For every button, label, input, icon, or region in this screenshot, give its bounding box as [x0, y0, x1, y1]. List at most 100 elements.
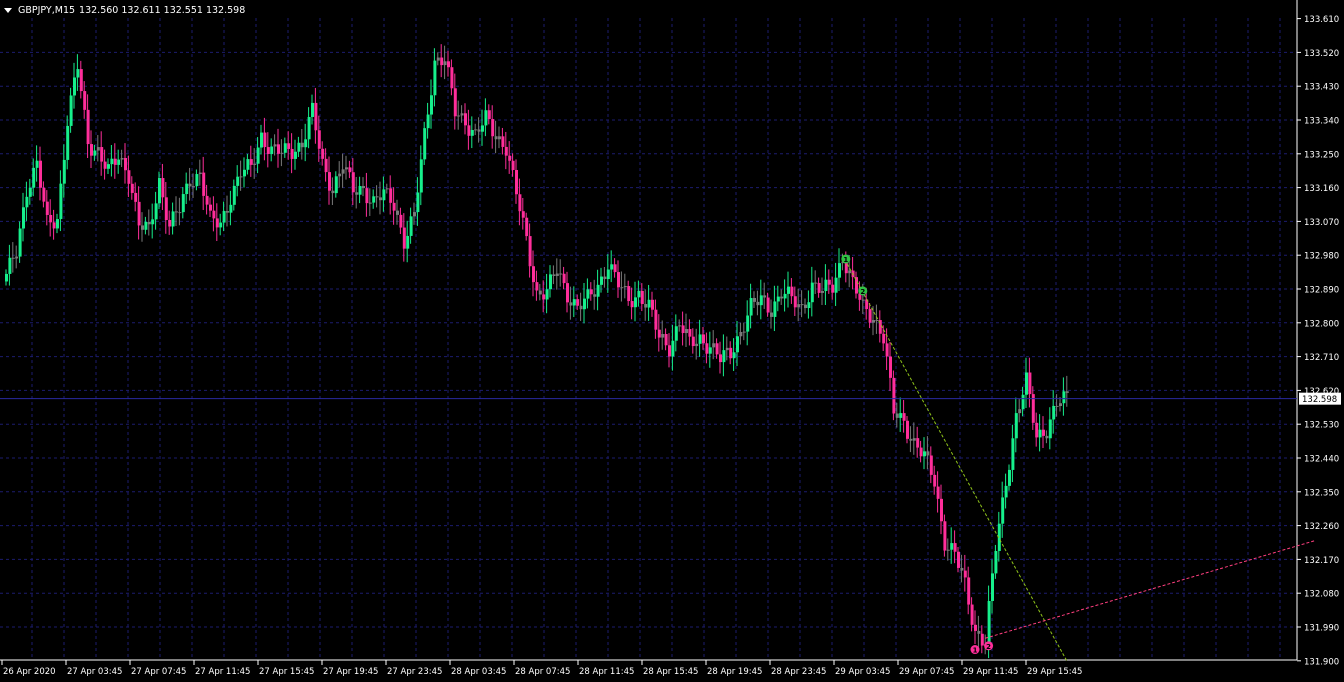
- candle-body: [691, 336, 695, 347]
- candle-body: [834, 277, 838, 293]
- candle-body: [212, 210, 216, 219]
- y-tick-label: 132.440: [1304, 455, 1339, 465]
- candle-body: [685, 329, 688, 334]
- candle-body: [467, 125, 471, 136]
- candle-body: [804, 304, 807, 309]
- candle-body: [402, 227, 406, 249]
- candle-body: [538, 290, 542, 295]
- candle-body: [192, 186, 195, 188]
- candle-body: [511, 160, 515, 170]
- candle-body: [42, 187, 46, 202]
- candle-body: [559, 273, 563, 275]
- candle-body: [287, 143, 291, 149]
- candle-body: [229, 204, 233, 213]
- candle-body: [589, 289, 593, 295]
- candle-body: [627, 286, 631, 302]
- candle-body: [484, 110, 488, 126]
- candle-body: [270, 146, 274, 154]
- candle-body: [793, 296, 797, 308]
- x-tick-label: 29 Apr 07:45: [899, 667, 954, 677]
- candle-body: [630, 301, 634, 308]
- candle-body: [215, 218, 219, 228]
- candle-body: [447, 61, 450, 68]
- candle-body: [923, 451, 926, 457]
- x-tick-label: 27 Apr 03:45: [67, 667, 122, 677]
- x-tick-label: 28 Apr 15:45: [643, 667, 698, 677]
- candle-body: [185, 183, 189, 195]
- candle-body: [273, 144, 277, 147]
- candle-body: [151, 219, 155, 225]
- candle-body: [219, 222, 223, 228]
- candle-body: [943, 521, 947, 551]
- candle-body: [28, 187, 32, 197]
- candle-body: [579, 305, 583, 310]
- candle-body: [967, 577, 971, 605]
- candle-body: [504, 146, 508, 156]
- y-tick-label: 133.430: [1304, 83, 1339, 93]
- x-tick-label: 27 Apr 07:45: [131, 667, 186, 677]
- candle-body: [576, 299, 580, 306]
- candle-body: [773, 301, 777, 317]
- candle-body: [134, 192, 138, 202]
- price-chart[interactable]: 121 2133.610133.520133.430133.340133.2501…: [0, 0, 1344, 682]
- x-tick-label: 27 Apr 11:45: [195, 667, 250, 677]
- candle-body: [464, 113, 467, 126]
- candle-body: [1045, 435, 1049, 439]
- candle-body: [69, 95, 73, 126]
- candle-body: [311, 102, 314, 117]
- candle-body: [205, 195, 209, 205]
- y-tick-label: 132.710: [1304, 353, 1339, 363]
- candle-body: [746, 315, 750, 332]
- candle-body: [892, 377, 896, 414]
- candle-body: [807, 302, 811, 309]
- candle-body: [770, 312, 773, 317]
- candle-body: [719, 354, 722, 363]
- candle-body: [906, 420, 909, 439]
- candle-body: [494, 136, 498, 140]
- dropdown-triangle-icon[interactable]: [4, 7, 12, 13]
- candle-body: [430, 95, 433, 115]
- candle-body: [362, 186, 365, 189]
- candle-body: [817, 282, 821, 293]
- candle-body: [280, 152, 284, 154]
- x-tick-label: 27 Apr 19:45: [323, 667, 378, 677]
- candle-body: [416, 192, 420, 213]
- chart-area[interactable]: 1 2 1 2 133.610 133.520 133.430 133.340 133.250 1…: [0, 0, 1344, 682]
- candle-body: [960, 567, 964, 571]
- candle-body: [457, 115, 461, 117]
- chart-header: GBPJPY,M15 132.560 132.611 132.551 132.5…: [4, 3, 245, 17]
- y-tick-label: 132.530: [1304, 421, 1339, 431]
- candle-body: [872, 320, 875, 323]
- candle-body: [739, 332, 743, 337]
- candle-body: [365, 188, 369, 204]
- candle-body: [593, 294, 597, 297]
- candle-body: [117, 159, 121, 165]
- candle-body: [382, 189, 386, 201]
- candle-body: [552, 274, 556, 276]
- candle-body: [936, 486, 940, 499]
- candle-body: [8, 257, 12, 274]
- candle-body: [351, 172, 355, 193]
- candle-body: [783, 293, 787, 299]
- x-tick-label: 27 Apr 23:45: [387, 667, 442, 677]
- candle-body: [974, 624, 977, 631]
- candle-body: [572, 299, 576, 306]
- zigzag-marker-label: 2: [860, 288, 865, 296]
- candle-body: [1059, 403, 1062, 407]
- candle-body: [433, 60, 437, 96]
- candle-body: [1042, 429, 1045, 436]
- candle-body: [307, 116, 311, 140]
- candle-body: [419, 159, 423, 193]
- candle-body: [141, 225, 144, 230]
- candle-body: [440, 57, 444, 66]
- candle-body: [406, 235, 410, 249]
- candle-body: [623, 286, 627, 288]
- x-tick-label: 29 Apr 15:45: [1027, 667, 1082, 677]
- candle-body: [413, 212, 416, 217]
- candle-body: [797, 304, 801, 308]
- candle-body: [1001, 497, 1005, 524]
- candle-body: [470, 129, 474, 136]
- x-tick-label: 29 Apr 03:45: [835, 667, 890, 677]
- candle-body: [317, 130, 321, 149]
- candle-body: [96, 147, 100, 151]
